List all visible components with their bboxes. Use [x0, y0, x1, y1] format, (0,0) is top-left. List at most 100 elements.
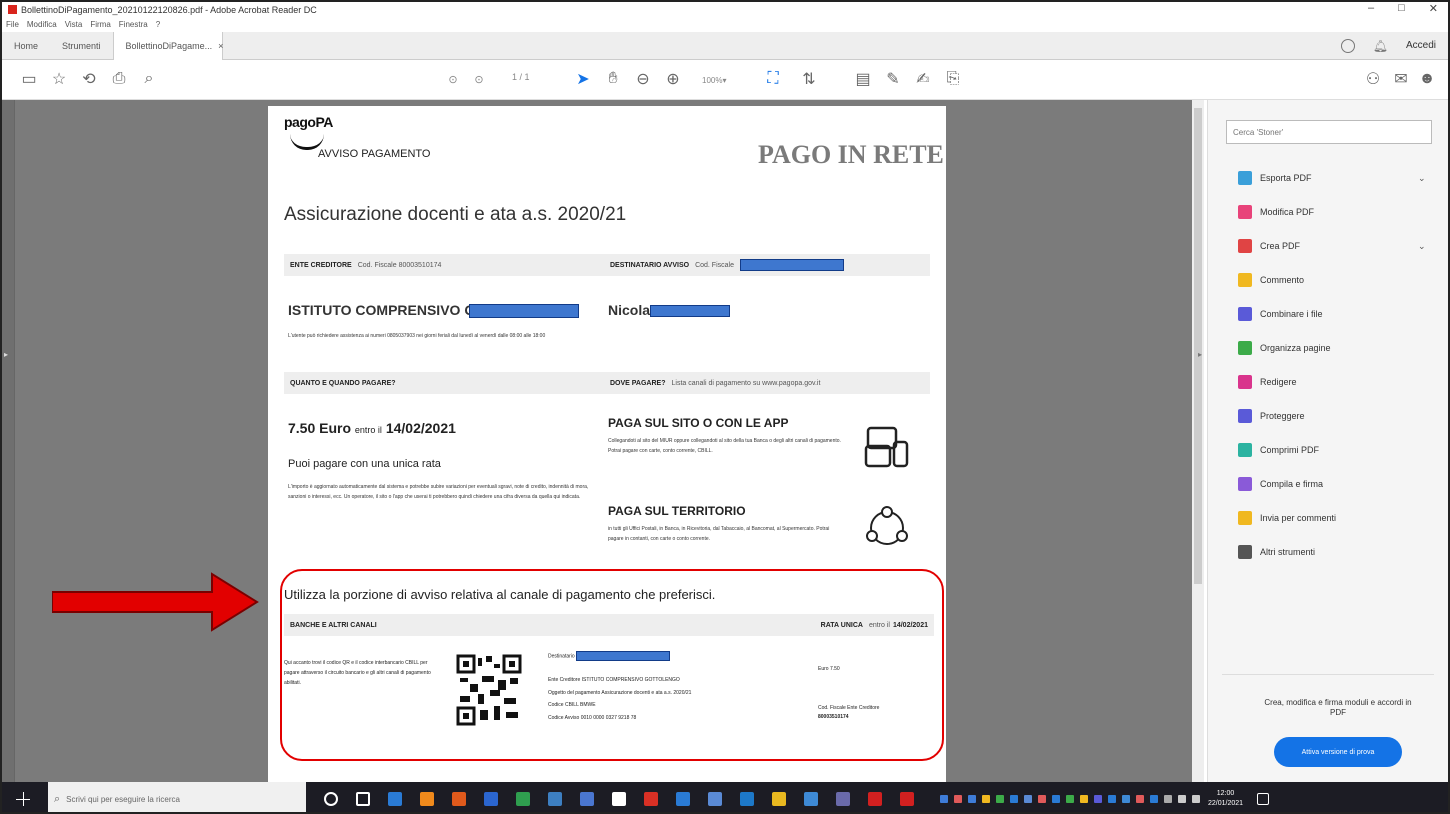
- zoom-select[interactable]: 100% ▾: [702, 72, 754, 88]
- account-icon[interactable]: ☻: [1416, 68, 1438, 90]
- scroll-mode-icon[interactable]: ⇅: [798, 68, 820, 90]
- tool-protect[interactable]: Proteggere: [1238, 406, 1305, 426]
- taskbar-app-icon[interactable]: [900, 792, 914, 806]
- pen-tool-icon[interactable]: ✎: [882, 68, 904, 90]
- taskbar-app-icon[interactable]: [772, 792, 786, 806]
- tray-icon[interactable]: [1066, 795, 1074, 803]
- taskbar-app-icon[interactable]: [484, 792, 498, 806]
- tool-send-comments[interactable]: Invia per commenti: [1238, 508, 1336, 528]
- taskbar-app-icon[interactable]: [516, 792, 530, 806]
- tray-icon[interactable]: [996, 795, 1004, 803]
- hand-tool-icon[interactable]: ✋︎: [602, 68, 624, 90]
- tool-fill-sign[interactable]: Compila e firma: [1238, 474, 1323, 494]
- taskbar-app-icon[interactable]: [740, 792, 754, 806]
- tool-combine[interactable]: Combinare i file: [1238, 304, 1323, 324]
- tool-create-pdf[interactable]: Crea PDF ⌄: [1238, 236, 1426, 256]
- create-icon[interactable]: ▭: [18, 68, 40, 90]
- taskbar-app-icon[interactable]: [804, 792, 818, 806]
- chevron-down-icon[interactable]: ⌄: [1418, 241, 1426, 252]
- tray-icon[interactable]: [1178, 795, 1186, 803]
- taskbar-app-icon[interactable]: [644, 792, 658, 806]
- windows-start-icon[interactable]: [16, 792, 30, 806]
- tool-compress[interactable]: Comprimi PDF: [1238, 440, 1319, 460]
- maximize-button[interactable]: □: [1398, 2, 1405, 15]
- tray-icon[interactable]: [1094, 795, 1102, 803]
- taskbar-app-icon[interactable]: [388, 792, 402, 806]
- tray-icon[interactable]: [1122, 795, 1130, 803]
- tray-icon[interactable]: [954, 795, 962, 803]
- share-icon[interactable]: ⟲: [78, 68, 100, 90]
- tray-icon[interactable]: [1192, 795, 1200, 803]
- notification-bell-icon[interactable]: 🔔︎: [1373, 39, 1388, 53]
- select-cursor-icon[interactable]: ➤: [572, 68, 594, 90]
- taskbar-app-icon[interactable]: [676, 792, 690, 806]
- page-indicator[interactable]: 1 / 1: [512, 72, 530, 82]
- menu-vista[interactable]: Vista: [65, 20, 83, 29]
- search-icon[interactable]: ⌕: [138, 68, 160, 90]
- print-icon[interactable]: ⎙: [108, 68, 130, 90]
- send-tool-icon[interactable]: ⎘: [942, 68, 964, 90]
- menu-modifica[interactable]: Modifica: [27, 20, 57, 29]
- taskbar-app-icon[interactable]: [836, 792, 850, 806]
- tray-icon[interactable]: [1052, 795, 1060, 803]
- tray-icon[interactable]: [1136, 795, 1144, 803]
- menu-help[interactable]: ?: [156, 20, 160, 29]
- tray-icon[interactable]: [1080, 795, 1088, 803]
- left-nav-pane[interactable]: ▸: [2, 100, 15, 782]
- minimize-button[interactable]: –: [1368, 2, 1374, 15]
- tray-icon[interactable]: [940, 795, 948, 803]
- taskbar-app-icon[interactable]: [580, 792, 594, 806]
- tray-icon[interactable]: [1108, 795, 1116, 803]
- tray-icon[interactable]: [1010, 795, 1018, 803]
- tool-export-pdf[interactable]: Esporta PDF ⌄: [1238, 168, 1426, 188]
- tray-icon[interactable]: [1038, 795, 1046, 803]
- page-up-icon[interactable]: ⊙: [442, 68, 464, 90]
- menu-file[interactable]: File: [6, 20, 19, 29]
- menu-firma[interactable]: Firma: [90, 20, 110, 29]
- clock[interactable]: 12:00 22/01/2021: [1208, 789, 1243, 809]
- tool-organize[interactable]: Organizza pagine: [1238, 338, 1331, 358]
- tray-icon[interactable]: [968, 795, 976, 803]
- taskbar-app-icon[interactable]: [708, 792, 722, 806]
- sign-in-link[interactable]: Accedi: [1406, 40, 1436, 51]
- tray-icon[interactable]: [982, 795, 990, 803]
- tray-icon[interactable]: [1164, 795, 1172, 803]
- taskbar-app-icon[interactable]: [452, 792, 466, 806]
- tools-search-input[interactable]: [1226, 120, 1432, 144]
- taskbar-app-icon[interactable]: [324, 792, 338, 806]
- tool-edit-pdf[interactable]: Modifica PDF: [1238, 202, 1314, 222]
- close-tab-button[interactable]: ×: [218, 41, 223, 51]
- share-user-icon[interactable]: ⚇: [1362, 68, 1384, 90]
- tray-icon[interactable]: [1150, 795, 1158, 803]
- notification-center-icon[interactable]: [1257, 793, 1270, 805]
- collapse-panel-icon[interactable]: ▸: [1198, 350, 1202, 359]
- taskbar-app-icon[interactable]: [420, 792, 434, 806]
- tool-more-tools[interactable]: Altri strumenti: [1238, 542, 1315, 562]
- zoom-out-icon[interactable]: ⊖: [632, 68, 654, 90]
- bookmark-star-icon[interactable]: ☆: [48, 68, 70, 90]
- scrollbar-thumb[interactable]: [1194, 108, 1202, 584]
- page-down-icon[interactable]: ⊙: [468, 68, 490, 90]
- comment-tool-icon[interactable]: ▤: [852, 68, 874, 90]
- taskbar-app-icon[interactable]: [356, 792, 370, 806]
- tray-icon[interactable]: [1024, 795, 1032, 803]
- vertical-scrollbar[interactable]: [1192, 100, 1204, 782]
- fit-page-icon[interactable]: ⛶: [762, 68, 784, 90]
- chevron-down-icon[interactable]: ⌄: [1418, 173, 1426, 184]
- taskbar-app-icon[interactable]: [612, 792, 626, 806]
- sign-tool-icon[interactable]: ✍︎: [912, 68, 934, 90]
- zoom-in-icon[interactable]: ⊕: [662, 68, 684, 90]
- tool-comment[interactable]: Commento: [1238, 270, 1304, 290]
- trial-button[interactable]: Attiva versione di prova: [1274, 737, 1402, 767]
- taskbar-search[interactable]: ⌕ Scrivi qui per eseguire la ricerca: [48, 782, 306, 812]
- close-window-button[interactable]: ✕: [1429, 2, 1438, 15]
- tool-redact[interactable]: Redigere: [1238, 372, 1297, 392]
- menu-finestra[interactable]: Finestra: [119, 20, 148, 29]
- mail-icon[interactable]: ✉︎: [1390, 68, 1412, 90]
- tab-document[interactable]: BollettinoDiPagame... ×: [112, 31, 223, 60]
- expand-left-icon[interactable]: ▸: [4, 350, 8, 359]
- help-icon[interactable]: [1340, 38, 1355, 53]
- taskbar-app-icon[interactable]: [548, 792, 562, 806]
- tab-home[interactable]: Home: [2, 32, 50, 60]
- taskbar-app-icon[interactable]: [868, 792, 882, 806]
